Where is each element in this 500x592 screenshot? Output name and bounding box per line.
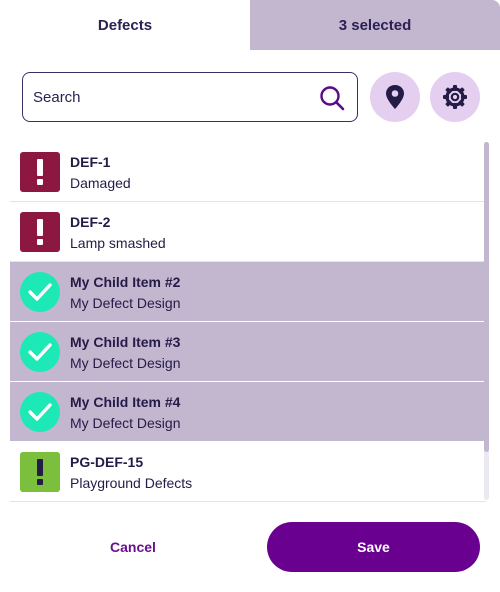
search-box xyxy=(22,72,358,122)
tab-defects-label: Defects xyxy=(97,16,153,34)
settings-button[interactable] xyxy=(430,72,480,122)
cancel-button[interactable]: Cancel xyxy=(66,522,200,572)
tab-selected[interactable]: 3 selected xyxy=(250,0,500,50)
tab-selected-label: 3 selected xyxy=(338,16,412,34)
cancel-button-label: Cancel xyxy=(110,539,156,555)
list-item-subtitle: My Defect Design xyxy=(70,415,181,431)
defect-list: DEF-1 Damaged DEF-2 Lamp smashed My Chil… xyxy=(10,142,486,502)
map-button[interactable] xyxy=(370,72,420,122)
save-button-label: Save xyxy=(357,539,390,555)
gear-icon xyxy=(443,85,467,109)
exclamation-icon xyxy=(20,152,60,192)
search-icon[interactable] xyxy=(319,85,345,111)
list-item-subtitle: Damaged xyxy=(70,175,131,191)
list-scrollbar[interactable] xyxy=(484,142,489,500)
list-item-selected[interactable]: My Child Item #4 My Defect Design xyxy=(10,382,486,442)
list-item-title: My Child Item #2 xyxy=(70,274,181,290)
list-item-subtitle: Lamp smashed xyxy=(70,235,166,251)
list-item[interactable]: DEF-2 Lamp smashed xyxy=(10,202,486,262)
list-item-subtitle: My Defect Design xyxy=(70,295,181,311)
list-item-selected[interactable]: My Child Item #2 My Defect Design xyxy=(10,262,486,322)
list-item-subtitle: Playground Defects xyxy=(70,475,193,491)
checkmark-icon xyxy=(20,392,60,432)
scrollbar-thumb[interactable] xyxy=(484,142,489,452)
exclamation-icon xyxy=(20,452,60,492)
save-button[interactable]: Save xyxy=(267,522,480,572)
map-pin-icon xyxy=(386,85,404,109)
list-item-title: PG-DEF-15 xyxy=(70,454,144,470)
checkmark-icon xyxy=(20,332,60,372)
list-item-subtitle: My Defect Design xyxy=(70,355,181,371)
tab-bar: Defects 3 selected xyxy=(0,0,500,50)
list-item[interactable]: DEF-1 Damaged xyxy=(10,142,486,202)
exclamation-icon xyxy=(20,212,60,252)
tab-defects[interactable]: Defects xyxy=(0,0,250,50)
checkmark-icon xyxy=(20,272,60,312)
list-item-title: My Child Item #4 xyxy=(70,394,181,410)
list-item-title: DEF-2 xyxy=(70,214,111,230)
search-input[interactable] xyxy=(33,73,313,121)
list-item-title: My Child Item #3 xyxy=(70,334,181,350)
list-item[interactable]: PG-DEF-15 Playground Defects xyxy=(10,442,486,502)
defect-picker-panel: Defects 3 selected Search DEF-1 Damaged … xyxy=(0,0,500,592)
list-item-title: DEF-1 xyxy=(70,154,111,170)
list-item-selected[interactable]: My Child Item #3 My Defect Design xyxy=(10,322,486,382)
